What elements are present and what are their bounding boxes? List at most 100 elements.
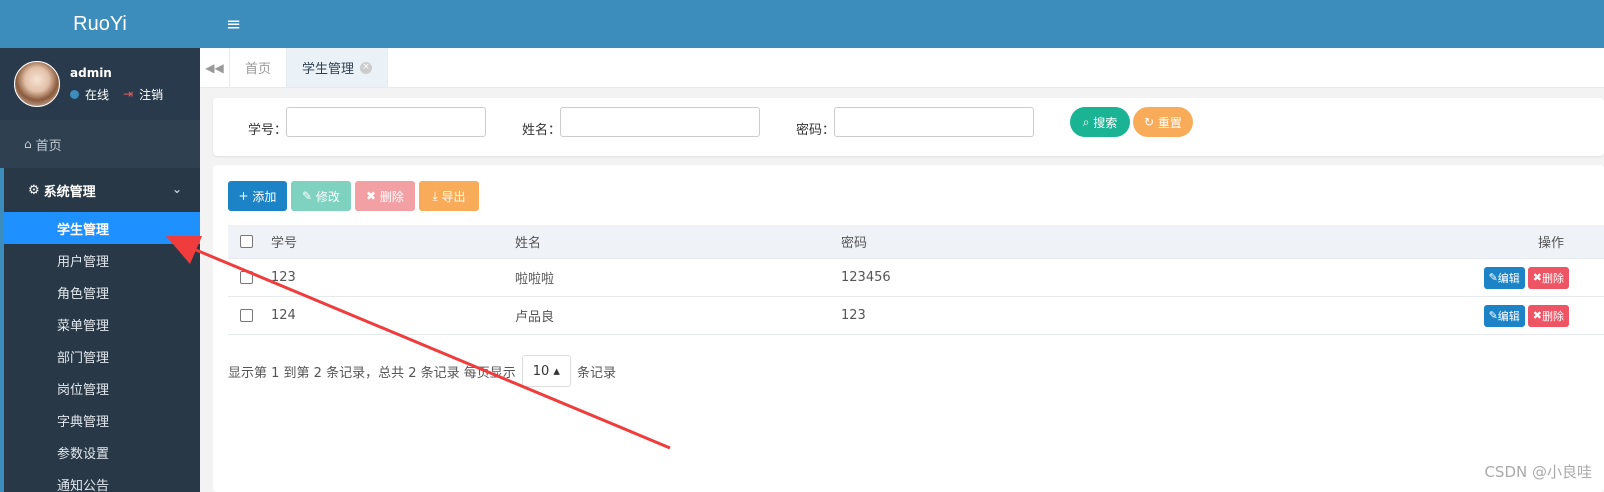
- sidebar-item-departments[interactable]: 部门管理: [4, 340, 200, 372]
- sidebar-item-users[interactable]: 用户管理: [4, 244, 200, 276]
- download-icon: ⤓: [432, 188, 442, 203]
- student-no-input[interactable]: [286, 107, 486, 137]
- cell-password: 123456: [841, 270, 891, 285]
- tab-home[interactable]: 首页: [230, 48, 288, 87]
- search-button-label: 搜索: [1093, 115, 1118, 130]
- sidebar-item-label: 首页: [35, 138, 62, 154]
- table-row[interactable]: 124 卢品良 123 ✎ 编辑 ✖ 删除: [228, 297, 1604, 335]
- row-edit-button[interactable]: ✎ 编辑: [1483, 304, 1525, 327]
- row-delete-button[interactable]: ✖ 删除: [1527, 304, 1569, 327]
- online-status: 在线: [85, 87, 110, 102]
- name-input[interactable]: [560, 107, 760, 137]
- page-size-value: 10: [532, 363, 550, 379]
- user-panel: admin 在线 ⇥ 注销: [0, 48, 200, 120]
- tab-label: 学生管理: [302, 62, 355, 77]
- row-edit-label: 编辑: [1497, 271, 1520, 285]
- pagination: 显示第 1 到第 2 条记录，总共 2 条记录 每页显示 10 ▴ 条记录: [228, 355, 616, 387]
- pagination-suffix: 条记录: [576, 365, 616, 381]
- edit-button-label: 修改: [315, 189, 340, 204]
- cell-no: 123: [271, 270, 296, 285]
- sidebar-item-home[interactable]: ⌂ 首页: [0, 120, 200, 168]
- close-icon[interactable]: ×: [360, 61, 373, 74]
- gear-icon: ⚙: [28, 182, 40, 198]
- avatar[interactable]: [14, 61, 60, 107]
- edit-icon: ✎: [1488, 309, 1498, 322]
- edit-button[interactable]: ✎ 修改: [291, 181, 351, 211]
- sidebar-item-config[interactable]: 参数设置: [4, 436, 200, 468]
- refresh-icon: ↻: [1144, 115, 1158, 129]
- user-status: 在线 ⇥ 注销: [70, 86, 163, 103]
- tabs-scroll-left-icon[interactable]: ◀◀: [200, 48, 230, 87]
- password-label: 密码：: [796, 123, 836, 138]
- logout-link[interactable]: 注销: [139, 86, 163, 103]
- export-button-label: 导出: [441, 189, 466, 204]
- brand-logo[interactable]: RuoYi: [0, 0, 200, 48]
- password-input[interactable]: [834, 107, 1034, 137]
- sidebar-group-system: ⚙ 系统管理 ⌄ 学生管理 用户管理 角色管理 菜单管理 部门管理 岗位管理 字…: [0, 168, 200, 492]
- row-select-cell: [240, 297, 253, 334]
- row-actions: ✎ 编辑 ✖ 删除: [1481, 259, 1569, 296]
- sidebar-item-notices[interactable]: 通知公告: [4, 468, 200, 492]
- cell-password: 123: [841, 308, 866, 323]
- select-all-checkbox[interactable]: [240, 235, 253, 248]
- chevron-down-icon: ⌄: [171, 182, 182, 196]
- column-header-password[interactable]: 密码: [841, 225, 867, 258]
- table-row[interactable]: 123 啦啦啦 123456 ✎ 编辑 ✖ 删除: [228, 259, 1604, 297]
- search-button[interactable]: ⌕ 搜索: [1070, 107, 1130, 137]
- tab-label: 首页: [245, 62, 272, 77]
- row-checkbox[interactable]: [240, 309, 253, 322]
- search-form: 学号： 姓名： 密码： ⌕ 搜索 ↻ 重置: [213, 98, 1604, 156]
- menu-toggle-icon[interactable]: ≡: [226, 14, 241, 35]
- column-header-name[interactable]: 姓名: [515, 225, 541, 258]
- row-edit-button[interactable]: ✎ 编辑: [1483, 266, 1525, 289]
- remove-icon: ✖: [1532, 309, 1542, 322]
- data-table: 学号 姓名 密码 操作 123 啦啦啦 123456 ✎ 编辑 ✖ 删除 124 卢…: [228, 225, 1604, 335]
- search-icon: ⌕: [1082, 114, 1094, 129]
- sidebar-group-label: 系统管理: [43, 184, 96, 200]
- watermark: CSDN @小良哇: [1484, 463, 1592, 481]
- row-select-cell: [240, 259, 253, 296]
- delete-button[interactable]: ✖ 删除: [355, 181, 415, 211]
- caret-up-icon: ▴: [549, 363, 560, 379]
- sidebar-group-header[interactable]: ⚙ 系统管理 ⌄: [4, 168, 200, 212]
- cell-name: 卢品良: [515, 310, 555, 325]
- sidebar-item-students[interactable]: 学生管理: [4, 212, 200, 244]
- user-info: admin 在线 ⇥ 注销: [70, 66, 163, 103]
- sidebar-item-menus[interactable]: 菜单管理: [4, 308, 200, 340]
- table-header-row: 学号 姓名 密码 操作: [228, 225, 1604, 259]
- reset-button[interactable]: ↻ 重置: [1133, 107, 1193, 137]
- cell-name: 啦啦啦: [515, 272, 555, 287]
- user-name: admin: [70, 65, 112, 80]
- row-delete-label: 删除: [1542, 309, 1564, 323]
- delete-button-label: 删除: [379, 189, 404, 204]
- select-all-cell: [240, 225, 253, 258]
- home-icon: ⌂: [24, 137, 32, 151]
- sidebar-item-roles[interactable]: 角色管理: [4, 276, 200, 308]
- remove-icon: ✖: [366, 189, 380, 203]
- page-size-select[interactable]: 10 ▴: [521, 355, 571, 387]
- column-header-no[interactable]: 学号: [271, 225, 297, 258]
- row-checkbox[interactable]: [240, 271, 253, 284]
- row-actions: ✎ 编辑 ✖ 删除: [1481, 297, 1569, 334]
- sign-out-icon[interactable]: ⇥: [123, 87, 133, 101]
- column-header-ops: 操作: [1537, 236, 1564, 251]
- row-delete-label: 删除: [1542, 271, 1564, 285]
- table-panel: + 添加 ✎ 修改 ✖ 删除 ⤓ 导出 学号 姓名 密码 操作 123 啦啦啦 …: [213, 165, 1604, 492]
- export-button[interactable]: ⤓ 导出: [419, 181, 479, 211]
- add-button[interactable]: + 添加: [228, 181, 287, 211]
- remove-icon: ✖: [1532, 271, 1542, 284]
- top-navbar: ≡: [200, 0, 1604, 48]
- add-button-label: 添加: [252, 189, 277, 204]
- edit-icon: ✎: [1488, 271, 1498, 284]
- name-label: 姓名：: [522, 123, 562, 138]
- page-tabs: ◀◀ 首页 学生管理 ×: [200, 48, 1604, 88]
- sidebar-item-posts[interactable]: 岗位管理: [4, 372, 200, 404]
- plus-icon: +: [238, 189, 253, 203]
- row-delete-button[interactable]: ✖ 删除: [1527, 266, 1569, 289]
- row-edit-label: 编辑: [1497, 309, 1520, 323]
- edit-icon: ✎: [302, 189, 316, 203]
- online-dot-icon: [70, 89, 79, 99]
- cell-no: 124: [271, 308, 296, 323]
- sidebar-item-dictionary[interactable]: 字典管理: [4, 404, 200, 436]
- tab-students[interactable]: 学生管理 ×: [287, 48, 389, 87]
